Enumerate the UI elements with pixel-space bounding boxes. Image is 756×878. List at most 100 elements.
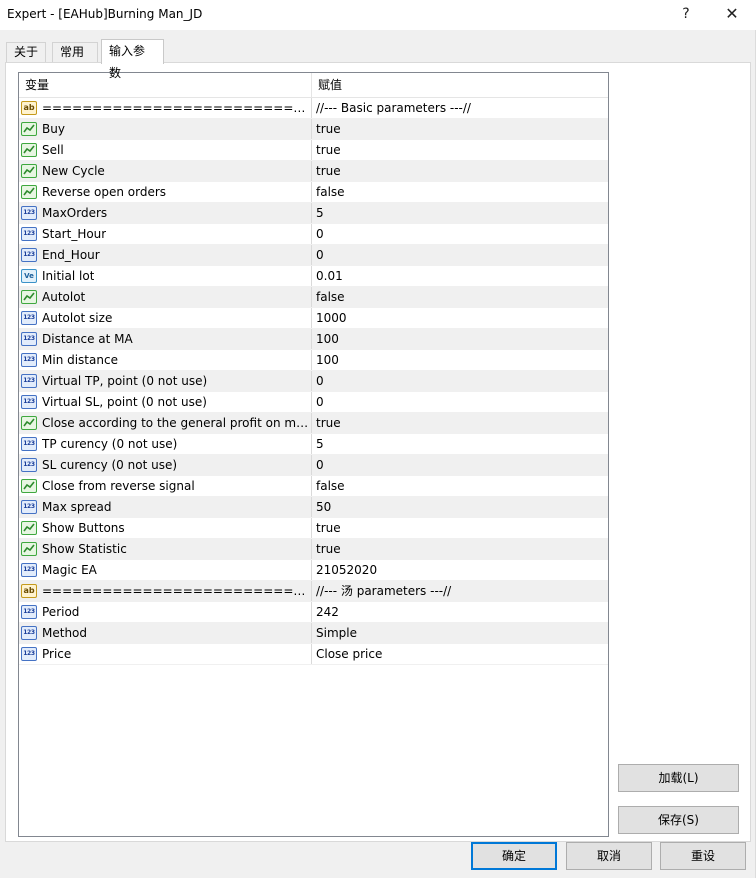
table-row[interactable]: ab ============================...//--- 汤… (19, 581, 608, 602)
value-cell[interactable]: 100 (312, 350, 608, 370)
column-header-variable[interactable]: 变量 (19, 73, 312, 98)
table-row[interactable]: Buy true (19, 119, 608, 140)
variable-name: ============================... (42, 101, 311, 115)
tab-about[interactable]: 关于 (6, 42, 46, 63)
value-cell[interactable]: 50 (312, 497, 608, 517)
variable-name: MaxOrders (42, 206, 108, 220)
variable-name: Reverse open orders (42, 185, 167, 199)
integer-icon: 123 (21, 563, 37, 577)
variable-name: Initial lot (42, 269, 95, 283)
table-row[interactable]: 123 Method Simple (19, 623, 608, 644)
value-cell[interactable]: //--- Basic parameters ---// (312, 98, 608, 118)
table-row[interactable]: New Cycle true (19, 161, 608, 182)
table-row[interactable]: Ve Initial lot 0.01 (19, 266, 608, 287)
variable-cell: 123 Max spread (19, 497, 312, 517)
variable-cell: Show Statistic (19, 539, 312, 559)
reset-button[interactable]: 重设 (660, 842, 746, 870)
integer-icon: 123 (21, 647, 37, 661)
value-cell[interactable]: 5 (312, 434, 608, 454)
tab-common[interactable]: 常用 (52, 42, 98, 63)
table-row[interactable]: 123 Min distance 100 (19, 350, 608, 371)
value-cell[interactable]: false (312, 287, 608, 307)
value-cell[interactable]: true (312, 161, 608, 181)
parameter-grid[interactable]: 变量 赋值 ab ============================... /… (18, 72, 609, 837)
value-cell[interactable]: Close price (312, 644, 608, 664)
close-button[interactable]: ✕ (712, 0, 752, 30)
value-cell[interactable]: 5 (312, 203, 608, 223)
help-button[interactable]: ? (666, 0, 706, 30)
variable-cell: Sell (19, 140, 312, 160)
table-row[interactable]: 123 Max spread 50 (19, 497, 608, 518)
value-cell[interactable]: 0 (312, 224, 608, 244)
table-row[interactable]: Reverse open orders false (19, 182, 608, 203)
value-cell[interactable]: 0 (312, 392, 608, 412)
variable-cell: 123 SL curency (0 not use) (19, 455, 312, 475)
value-cell[interactable]: false (312, 476, 608, 496)
value-cell[interactable]: 0.01 (312, 266, 608, 286)
value-cell[interactable]: 0 (312, 455, 608, 475)
variable-name: Period (42, 605, 80, 619)
table-row[interactable]: Sell true (19, 140, 608, 161)
value-cell[interactable]: false (312, 182, 608, 202)
table-row[interactable]: 123 Autolot size 1000 (19, 308, 608, 329)
table-row[interactable]: Autolot false (19, 287, 608, 308)
table-row[interactable]: ab ============================...//--- B… (19, 98, 608, 119)
value-cell[interactable]: 100 (312, 329, 608, 349)
value-cell[interactable]: true (312, 413, 608, 433)
variable-cell: Autolot (19, 287, 312, 307)
variable-cell: Close from reverse signal (19, 476, 312, 496)
column-header-value[interactable]: 赋值 (312, 73, 608, 98)
variable-name: Virtual TP, point (0 not use) (42, 374, 208, 388)
variable-name: ============================... (42, 584, 311, 598)
variable-name: Sell (42, 143, 64, 157)
value-cell[interactable]: true (312, 518, 608, 538)
integer-icon: 123 (21, 332, 37, 346)
boolean-icon (21, 479, 37, 493)
variable-name: Magic EA (42, 563, 97, 577)
value-cell[interactable]: 0 (312, 371, 608, 391)
table-row[interactable]: 123 TP curency (0 not use) 5 (19, 434, 608, 455)
table-row[interactable]: 123 MaxOrders 5 (19, 203, 608, 224)
table-row[interactable]: 123 Magic EA 21052020 (19, 560, 608, 581)
table-row[interactable]: 123 SL curency (0 not use) 0 (19, 455, 608, 476)
variable-cell: 123 Price (19, 644, 312, 664)
ok-button[interactable]: 确定 (471, 842, 557, 870)
table-row[interactable]: Close according to the general profit on… (19, 413, 608, 434)
load-button[interactable]: 加载(L) (618, 764, 739, 792)
save-button[interactable]: 保存(S) (618, 806, 739, 834)
table-row[interactable]: 123 Price Close price (19, 644, 608, 665)
value-cell[interactable]: 0 (312, 245, 608, 265)
integer-icon: 123 (21, 248, 37, 262)
tab-inputs[interactable]: 输入参数 (101, 39, 164, 80)
value-cell[interactable]: 242 (312, 602, 608, 622)
boolean-icon (21, 164, 37, 178)
value-cell[interactable]: 21052020 (312, 560, 608, 580)
value-cell[interactable]: true (312, 119, 608, 139)
variable-cell: 123 Distance at MA (19, 329, 312, 349)
value-cell[interactable]: true (312, 539, 608, 559)
table-row[interactable]: 123 End_Hour 0 (19, 245, 608, 266)
cancel-button[interactable]: 取消 (566, 842, 652, 870)
variable-name: Autolot (42, 290, 86, 304)
table-row[interactable]: 123 Virtual TP, point (0 not use) 0 (19, 371, 608, 392)
variable-name: New Cycle (42, 164, 105, 178)
table-row[interactable]: 123 Virtual SL, point (0 not use) 0 (19, 392, 608, 413)
table-row[interactable]: Close from reverse signal false (19, 476, 608, 497)
value-cell[interactable]: 1000 (312, 308, 608, 328)
variable-name: Buy (42, 122, 65, 136)
variable-name: TP curency (0 not use) (42, 437, 178, 451)
table-row[interactable]: 123 Start_Hour 0 (19, 224, 608, 245)
value-cell[interactable]: Simple (312, 623, 608, 643)
table-row[interactable]: Show Buttons true (19, 518, 608, 539)
table-row[interactable]: 123 Distance at MA 100 (19, 329, 608, 350)
variable-name: SL curency (0 not use) (42, 458, 178, 472)
value-cell[interactable]: //--- 汤 parameters ---// (312, 581, 608, 601)
grid-rows: ab ============================...//--- B… (19, 98, 608, 665)
value-cell[interactable]: true (312, 140, 608, 160)
integer-icon: 123 (21, 206, 37, 220)
table-row[interactable]: Show Statistic true (19, 539, 608, 560)
integer-icon: 123 (21, 374, 37, 388)
variable-cell: Ve Initial lot (19, 266, 312, 286)
table-row[interactable]: 123 Period 242 (19, 602, 608, 623)
variable-name: Distance at MA (42, 332, 133, 346)
